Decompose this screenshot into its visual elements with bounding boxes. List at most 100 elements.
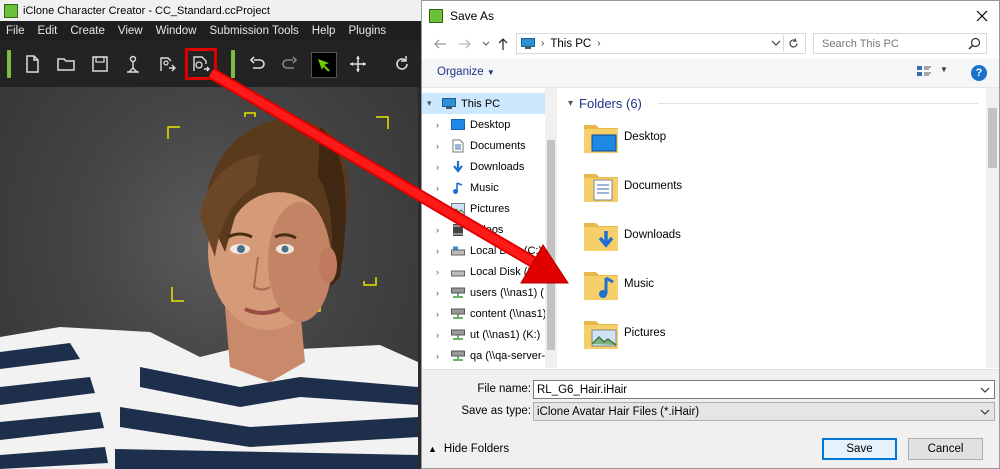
view-options-icon[interactable] — [916, 65, 932, 79]
nav-item-content-nas1[interactable]: › content (\\nas1) — [422, 303, 556, 324]
toolbar-separator — [7, 50, 11, 78]
open-folder-icon[interactable] — [54, 52, 78, 76]
menu-create[interactable]: Create — [64, 25, 112, 37]
scrollbar-thumb[interactable] — [547, 140, 555, 350]
export-hair-highlight-box — [185, 48, 217, 80]
nav-item-users-nas1[interactable]: › users (\\nas1) (I: — [422, 282, 556, 303]
file-name-input[interactable]: RL_G6_Hair.iHair — [533, 380, 995, 399]
export-avatar-icon[interactable] — [155, 52, 179, 76]
chevron-right-icon[interactable]: › — [436, 162, 446, 172]
folder-pictures[interactable]: Pictures — [582, 315, 666, 351]
close-icon[interactable] — [973, 7, 991, 25]
chevron-right-icon[interactable]: › — [436, 141, 446, 151]
nav-item-local-disk-d[interactable]: › Local Disk (D:) — [422, 261, 556, 282]
folder-downloads[interactable]: Downloads — [582, 217, 681, 253]
chevron-right-icon[interactable]: › — [436, 288, 446, 298]
nav-item-ut-nas1[interactable]: › ut (\\nas1) (K:) — [422, 324, 556, 345]
chevron-right-icon[interactable]: › — [436, 246, 446, 256]
help-icon[interactable]: ? — [971, 65, 987, 81]
chevron-right-icon[interactable]: › — [436, 330, 446, 340]
forward-arrow-icon[interactable] — [457, 35, 473, 53]
search-box[interactable] — [813, 33, 987, 54]
expanded-chevron-icon[interactable]: ▾ — [427, 98, 437, 109]
nav-label: Videos — [470, 223, 504, 236]
address-dropdown-icon[interactable] — [771, 37, 781, 49]
menu-view[interactable]: View — [112, 25, 150, 37]
pictures-icon — [451, 202, 465, 216]
folder-documents[interactable]: Documents — [582, 168, 682, 204]
music-folder-icon — [582, 266, 620, 302]
organize-button[interactable]: Organize ▼ — [437, 66, 495, 78]
back-arrow-icon[interactable] — [432, 35, 448, 53]
nav-item-pictures[interactable]: › Pictures — [422, 198, 556, 219]
dialog-title: Save As — [450, 9, 495, 23]
nav-item-music[interactable]: › Music — [422, 177, 556, 198]
scrollbar-thumb[interactable] — [988, 108, 997, 168]
nav-item-videos[interactable]: › Videos — [422, 219, 556, 240]
navigation-scrollbar[interactable] — [545, 88, 557, 368]
move-icon[interactable] — [346, 52, 370, 76]
chevron-down-icon[interactable] — [980, 385, 990, 395]
new-file-icon[interactable] — [20, 52, 44, 76]
group-label: Folders (6) — [579, 96, 642, 111]
menu-window[interactable]: Window — [150, 25, 204, 37]
file-fields-area: File name: RL_G6_Hair.iHair Save as type… — [422, 369, 999, 430]
chevron-right-icon[interactable]: › — [436, 309, 446, 319]
select-arrow-icon[interactable] — [311, 52, 337, 78]
breadcrumb-this-pc[interactable]: This PC — [550, 38, 591, 50]
address-bar[interactable]: › This PC › — [516, 33, 806, 54]
3d-viewport[interactable] — [0, 87, 418, 469]
nav-label: Documents — [470, 139, 526, 152]
chevron-right-icon[interactable]: › — [436, 267, 446, 277]
hide-folders-toggle[interactable]: ▲ Hide Folders — [428, 443, 509, 455]
chevron-right-icon[interactable]: › — [436, 120, 446, 130]
cancel-button[interactable]: Cancel — [908, 438, 983, 460]
refresh-icon[interactable] — [783, 35, 802, 52]
hide-folders-label: Hide Folders — [443, 443, 510, 455]
chevron-down-icon[interactable] — [980, 407, 990, 417]
breadcrumb-separator-icon: › — [597, 38, 601, 49]
nav-item-qa-server[interactable]: › qa (\\qa-server- — [422, 345, 556, 366]
menu-edit[interactable]: Edit — [32, 25, 65, 37]
chevron-right-icon[interactable]: › — [436, 204, 446, 214]
content-scrollbar[interactable] — [986, 88, 999, 368]
save-as-dialog: Save As › This PC › Search This PC Organ… — [421, 0, 1000, 469]
search-icon[interactable] — [968, 37, 981, 50]
up-arrow-icon[interactable] — [495, 35, 511, 53]
chevron-right-icon[interactable]: › — [436, 225, 446, 235]
undo-icon[interactable] — [245, 52, 269, 76]
iclone-window-title: iClone Character Creator - CC_Standard.c… — [23, 4, 270, 17]
nav-item-documents[interactable]: › Documents — [422, 135, 556, 156]
nav-item-local-disk-c[interactable]: › Local Disk (C:) — [422, 240, 556, 261]
view-dropdown-icon[interactable]: ▼ — [940, 65, 948, 74]
menu-help[interactable]: Help — [306, 25, 343, 37]
menu-submission-tools[interactable]: Submission Tools — [204, 25, 306, 37]
computer-icon — [521, 38, 535, 49]
nav-label: qa (\\qa-server- — [470, 349, 546, 362]
nav-item-desktop[interactable]: › Desktop — [422, 114, 556, 135]
folder-desktop[interactable]: Desktop — [582, 119, 666, 155]
nav-label: Music — [470, 181, 499, 194]
rotate-icon[interactable] — [390, 52, 414, 76]
nav-item-downloads[interactable]: › Downloads — [422, 156, 556, 177]
save-button[interactable]: Save — [822, 438, 897, 460]
chevron-right-icon[interactable]: › — [436, 183, 446, 193]
search-input[interactable] — [820, 36, 964, 51]
nav-item-this-pc[interactable]: ▾ This PC — [422, 93, 556, 114]
save-icon[interactable] — [88, 52, 112, 76]
import-avatar-icon[interactable] — [121, 52, 145, 76]
recent-dropdown-icon[interactable] — [478, 35, 494, 53]
redo-icon[interactable] — [278, 52, 302, 76]
folders-group-header[interactable]: ▾ Folders (6) — [568, 96, 642, 111]
menu-file[interactable]: File — [0, 25, 32, 37]
network-drive-icon — [451, 349, 465, 363]
save-as-type-select[interactable]: iClone Avatar Hair Files (*.iHair) — [533, 402, 995, 421]
menu-plugins[interactable]: Plugins — [342, 25, 393, 37]
nav-label: content (\\nas1) — [470, 307, 547, 320]
folder-music[interactable]: Music — [582, 266, 654, 302]
folder-label: Downloads — [624, 229, 681, 241]
chevron-right-icon[interactable]: › — [436, 351, 446, 361]
chevron-down-icon: ▼ — [486, 68, 495, 77]
group-divider — [658, 103, 978, 104]
pictures-folder-icon — [582, 315, 620, 351]
